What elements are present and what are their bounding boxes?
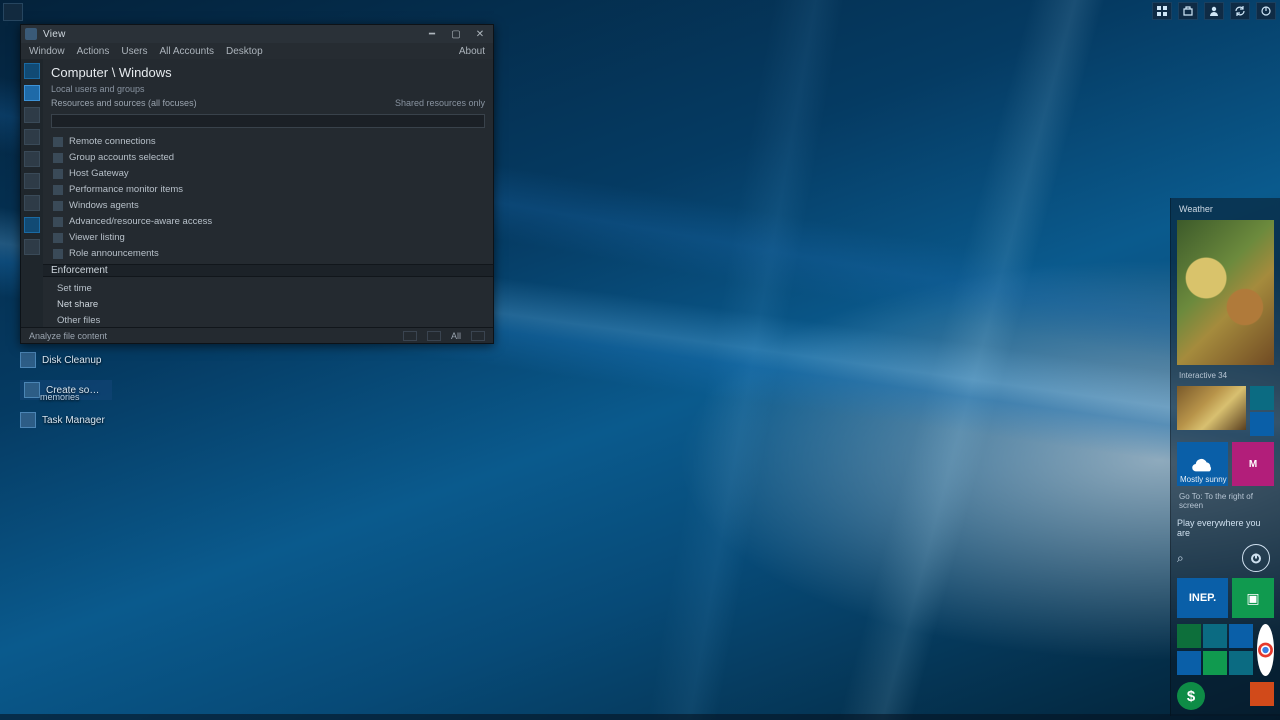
list-item[interactable]: Advanced/resource-aware access [43,214,493,230]
pane-subhead: Local users and groups [43,84,493,96]
status-indicator [403,331,417,341]
tile-app[interactable]: M [1232,442,1274,486]
search-label: Resources and sources (all focuses) [51,98,197,108]
panel-group-label: Weather [1177,204,1274,214]
system-tray [1152,2,1276,20]
status-text: Analyze file content [29,331,107,341]
status-indicator [427,331,441,341]
close-button[interactable]: ✕ [471,28,489,40]
search-icon[interactable]: ⌕ [1177,551,1184,566]
panel-note: Go To: To the right of screen [1177,492,1274,510]
content-pane: Computer \ Windows Local users and group… [43,59,493,327]
search-input[interactable] [51,114,485,128]
tray-sync-icon[interactable] [1230,2,1250,20]
menu-accounts[interactable]: All Accounts [160,46,214,57]
item-list: Remote connections Group accounts select… [43,132,493,264]
folder-icon [53,249,63,259]
strip-icon[interactable] [24,85,40,101]
desktop-shortcut[interactable]: Task Manager [20,412,105,428]
desktop-shortcut[interactable]: Disk Cleanup [20,352,101,368]
search-hint: Shared resources only [395,98,485,108]
app-icon [25,28,37,40]
strip-icon[interactable] [24,129,40,145]
corner-app-icon[interactable] [3,3,23,21]
status-bar: Analyze file content All [21,327,493,343]
list-item[interactable]: Performance monitor items [43,182,493,198]
tray-store-icon[interactable] [1178,2,1198,20]
browser-icon [1257,635,1274,665]
folder-icon [53,201,63,211]
strip-icon[interactable] [24,107,40,123]
tile-photo[interactable] [1177,386,1246,430]
tile-inep[interactable]: INEP. [1177,578,1228,618]
tray-user-icon[interactable] [1204,2,1224,20]
folder-icon [53,169,63,179]
tile-small[interactable] [1229,651,1253,675]
taskbar[interactable] [0,714,1280,720]
list-item[interactable]: Viewer listing [43,230,493,246]
strip-icon[interactable] [24,239,40,255]
maximize-button[interactable]: ▢ [447,28,465,40]
tile-small[interactable] [1250,682,1274,706]
tray-apps-icon[interactable] [1152,2,1172,20]
tile-photo[interactable] [1177,220,1274,365]
panel-group-label: Play everywhere you are [1177,516,1274,538]
shortcut-label: Task Manager [42,415,105,426]
tile-small[interactable] [1203,624,1227,648]
tile-small[interactable] [1229,624,1253,648]
tile-money[interactable]: $ [1177,682,1205,710]
tile-power[interactable] [1242,544,1270,572]
menu-actions[interactable]: Actions [77,46,110,57]
left-icon-strip [21,59,43,327]
folder-icon [53,137,63,147]
strip-icon[interactable] [24,63,40,79]
folder-icon [53,185,63,195]
strip-icon[interactable] [24,217,40,233]
list-item[interactable]: Role announcements [43,246,493,262]
power-icon [1250,552,1262,564]
folder-icon [53,217,63,227]
list-item[interactable]: Remote connections [43,134,493,150]
strip-icon[interactable] [24,195,40,211]
tile-small[interactable] [1177,651,1201,675]
desktop-shortcut-subline: memories [20,392,80,402]
tile-browser[interactable] [1257,624,1274,676]
menu-users[interactable]: Users [121,46,147,57]
menu-window[interactable]: Window [29,46,65,57]
tile-onedrive[interactable]: Mostly sunny [1177,442,1228,486]
window-title: View [43,29,66,40]
tile-small[interactable] [1250,386,1274,410]
tile-small[interactable] [1177,624,1201,648]
menu-bar: Window Actions Users All Accounts Deskto… [21,43,493,59]
section-divider[interactable]: Enforcement [43,264,493,277]
minimize-button[interactable]: ━ [423,28,441,40]
shortcut-label: Disk Cleanup [42,355,101,366]
tray-power-icon[interactable] [1256,2,1276,20]
list-item[interactable]: Set time [43,281,493,297]
strip-icon[interactable] [24,173,40,189]
start-panel: Weather Interactive 34 Mostly sunny M Go… [1170,198,1280,716]
list-item[interactable]: Host Gateway [43,166,493,182]
folder-icon [53,153,63,163]
cloud-icon [1190,451,1216,477]
tile-app[interactable]: ▣ [1232,578,1274,618]
pane-heading: Computer \ Windows [43,59,493,84]
list-item[interactable]: Windows agents [43,198,493,214]
tile-small[interactable] [1203,651,1227,675]
list-item[interactable]: Group accounts selected [43,150,493,166]
management-window: View ━ ▢ ✕ Window Actions Users All Acco… [20,24,494,344]
tile-caption: Interactive 34 [1177,371,1274,380]
titlebar[interactable]: View ━ ▢ ✕ [21,25,493,43]
menu-about[interactable]: About [459,46,485,57]
menu-desktop[interactable]: Desktop [226,46,263,57]
strip-icon[interactable] [24,151,40,167]
list-item[interactable]: Net share [43,297,493,313]
tile-small[interactable] [1250,412,1274,436]
shortcut-icon [20,352,36,368]
folder-icon [53,233,63,243]
status-indicator [471,331,485,341]
shortcut-icon [20,412,36,428]
status-right: All [451,331,461,341]
